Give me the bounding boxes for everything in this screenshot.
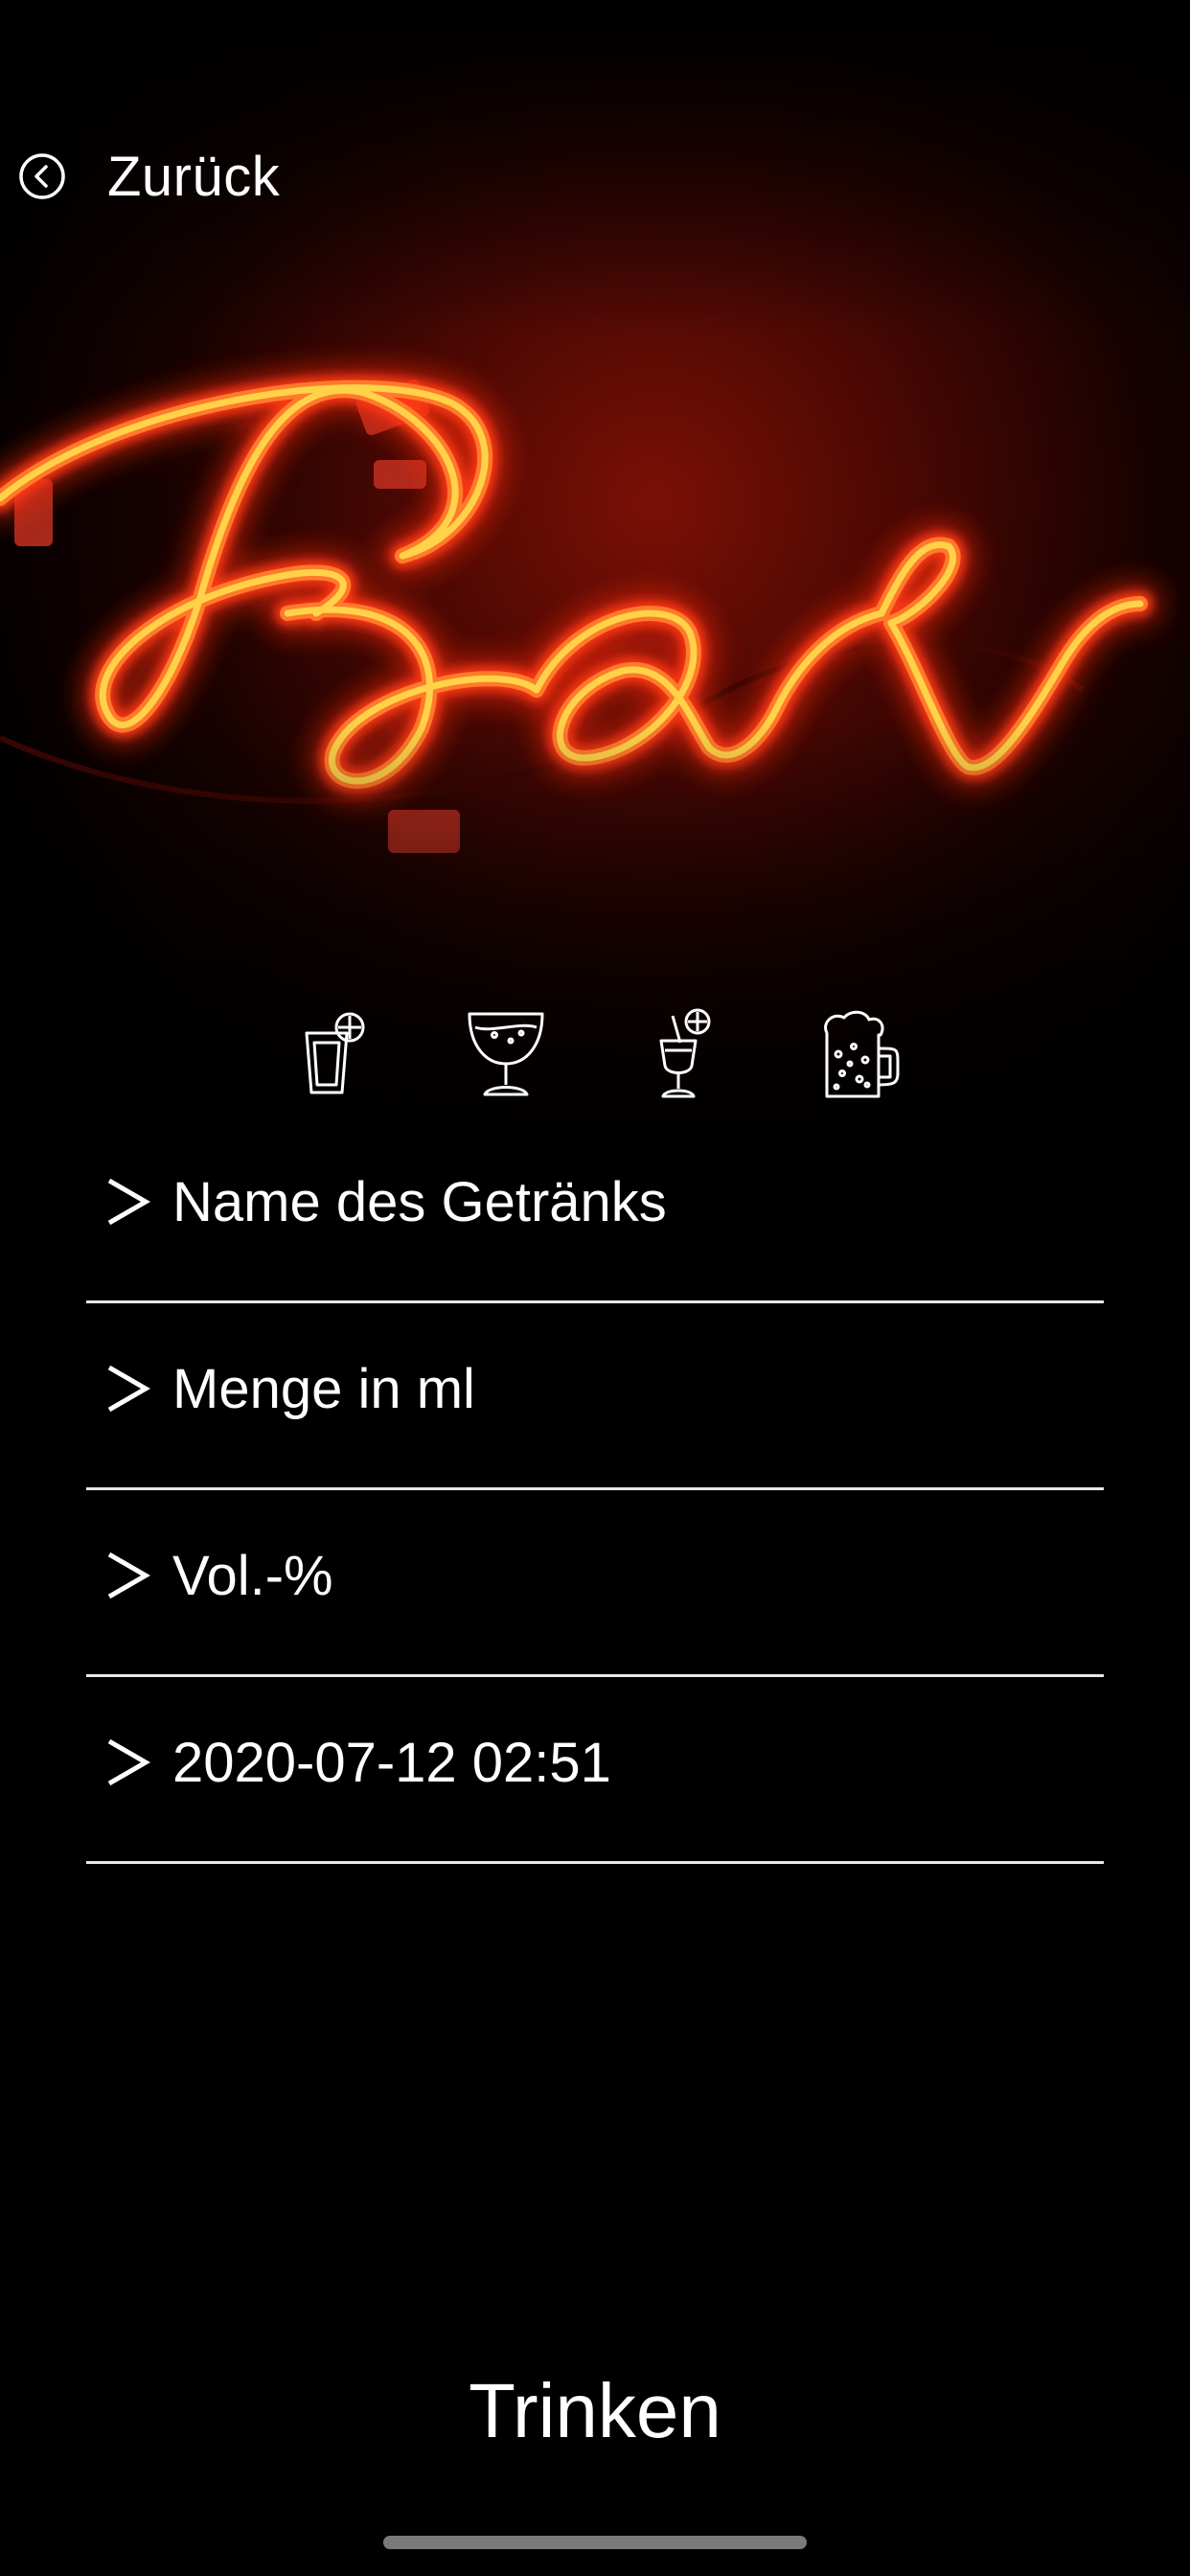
amount-placeholder: Menge in ml bbox=[172, 1358, 475, 1420]
chevron-left-circle-icon bbox=[19, 153, 65, 199]
wine-glass-icon[interactable] bbox=[458, 1006, 554, 1102]
drink-name-field[interactable]: Name des Getränks bbox=[86, 1114, 1104, 1303]
chevron-right-icon bbox=[107, 1552, 150, 1599]
home-indicator[interactable] bbox=[383, 2536, 807, 2549]
chevron-right-icon bbox=[107, 1738, 150, 1786]
drink-name-placeholder: Name des Getränks bbox=[172, 1171, 667, 1233]
drink-submit-button[interactable]: Trinken bbox=[0, 2367, 1190, 2455]
back-label: Zurück bbox=[107, 145, 281, 208]
shot-glass-icon[interactable] bbox=[283, 1006, 378, 1102]
chevron-right-icon bbox=[107, 1178, 150, 1226]
datetime-field[interactable]: 2020-07-12 02:51 bbox=[86, 1674, 1104, 1864]
datetime-value: 2020-07-12 02:51 bbox=[172, 1732, 611, 1794]
chevron-right-icon bbox=[107, 1365, 150, 1413]
abv-field[interactable]: Vol.-% bbox=[86, 1487, 1104, 1677]
amount-field[interactable]: Menge in ml bbox=[86, 1300, 1104, 1490]
back-button[interactable]: Zurück bbox=[17, 142, 280, 211]
abv-placeholder: Vol.-% bbox=[172, 1545, 333, 1607]
beer-mug-icon[interactable] bbox=[810, 1006, 905, 1102]
cocktail-icon[interactable] bbox=[630, 1006, 726, 1102]
drink-type-selector bbox=[0, 1006, 1190, 1112]
